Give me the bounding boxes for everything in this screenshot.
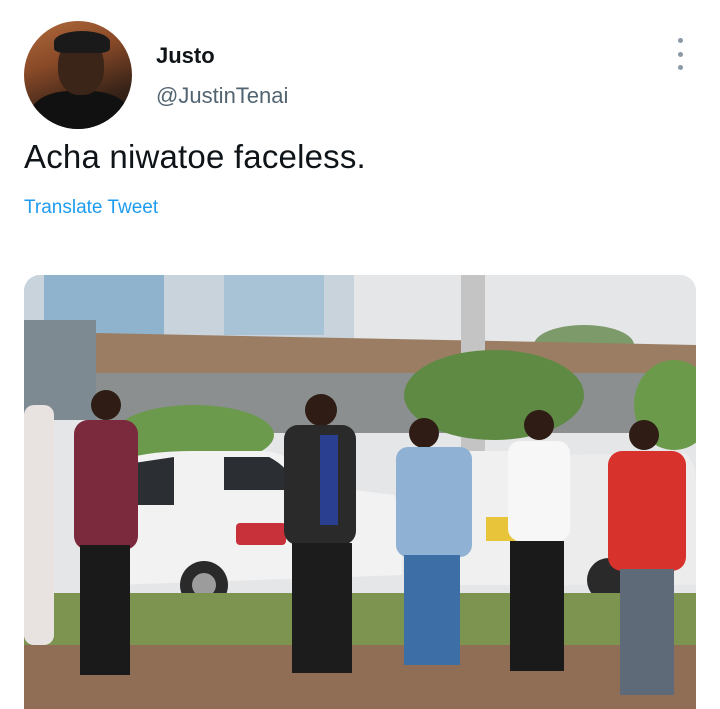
translate-tweet-link[interactable]: Translate Tweet — [24, 197, 158, 219]
photo-scene — [24, 275, 696, 709]
avatar[interactable] — [24, 21, 132, 129]
tweet-photo[interactable] — [24, 275, 696, 709]
more-vertical-icon[interactable] — [670, 38, 690, 70]
tweet-text: Acha niwatoe faceless. — [24, 138, 366, 175]
author-handle[interactable]: @JustinTenai — [156, 83, 288, 109]
author-display-name[interactable]: Justo — [156, 43, 215, 69]
